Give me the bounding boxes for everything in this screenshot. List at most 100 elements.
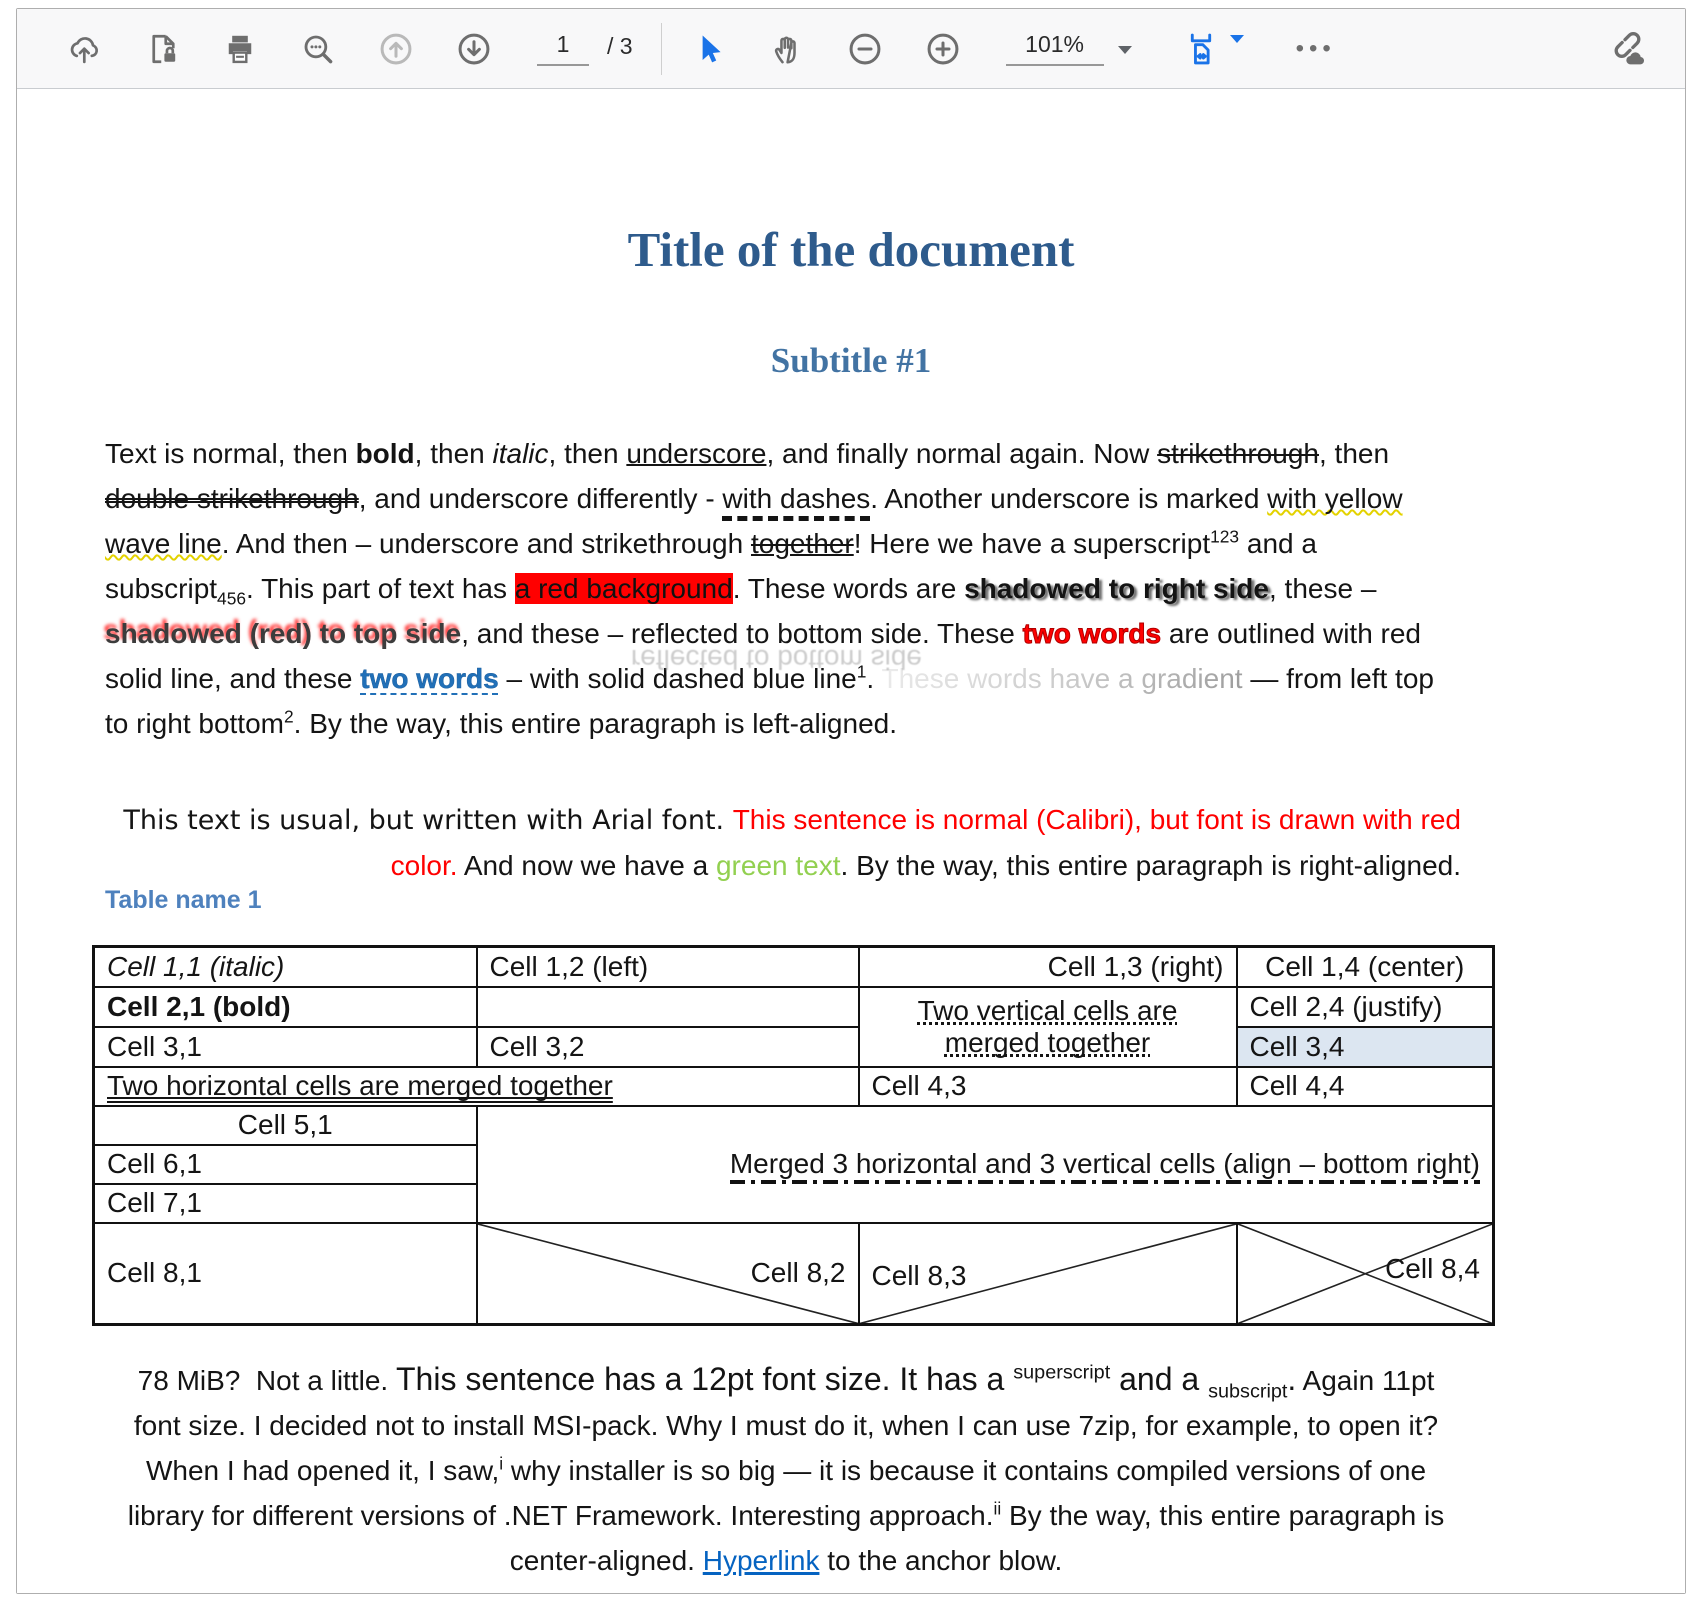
green-color-run: green text xyxy=(716,850,841,881)
cell-1-3: Cell 1,3 (right) xyxy=(859,947,1237,987)
text-run: , then xyxy=(415,438,493,469)
text-run: . These words are xyxy=(733,573,964,604)
search-icon xyxy=(300,31,336,67)
demo-table: Cell 1,1 (italic) Cell 1,2 (left) Cell 1… xyxy=(92,945,1495,1326)
cursor-arrow-icon xyxy=(692,32,726,66)
text-run: . Another underscore is marked xyxy=(870,483,1267,514)
toolbar-separator xyxy=(661,23,662,75)
12pt-run: and a xyxy=(1110,1361,1208,1397)
paragraph-formatting-demo: Text is normal, then bold, then italic, … xyxy=(105,431,1461,746)
arial-font-run: This text is usual, but written with Ari… xyxy=(123,805,732,836)
cell-1-4: Cell 1,4 (center) xyxy=(1237,947,1494,987)
fit-width-icon xyxy=(1182,30,1220,68)
table-row: Cell 2,1 (bold) Two vertical cells are m… xyxy=(94,987,1494,1027)
text-run: ! Here we have a superscript xyxy=(854,528,1210,559)
search-button[interactable] xyxy=(295,26,341,72)
paragraph-fonts-demo: This text is usual, but written with Ari… xyxy=(105,797,1461,888)
text-run: , then xyxy=(549,438,627,469)
text-run: Text is normal, then xyxy=(105,438,356,469)
chevron-down-icon[interactable] xyxy=(1230,35,1244,43)
link-cloud-icon xyxy=(1604,29,1644,69)
double-underline-run: Two horizontal cells are merged together xyxy=(107,1070,613,1101)
cell-4-3: Cell 4,3 xyxy=(859,1067,1237,1106)
cell-2-1: Cell 2,1 (bold) xyxy=(94,987,477,1027)
document-lock-icon xyxy=(144,31,180,67)
hyperlink[interactable]: Hyperlink xyxy=(703,1545,820,1576)
double-strikethrough-run: double strikethrough xyxy=(105,483,359,514)
viewer-window: 1 / 3 xyxy=(16,8,1686,1594)
document-title: Title of the document xyxy=(17,221,1685,278)
hand-tool-button[interactable] xyxy=(764,26,810,72)
underline-strikethrough-run: together xyxy=(751,528,854,559)
cell-6-1: Cell 6,1 xyxy=(94,1145,477,1184)
cell-3-4: Cell 3,4 xyxy=(1237,1027,1494,1067)
zoom-out-button[interactable] xyxy=(842,26,888,72)
chevron-down-icon[interactable] xyxy=(1118,46,1132,54)
red-shadow-top-run: shadowed (red) to top side xyxy=(105,618,461,649)
cell-1-1: Cell 1,1 (italic) xyxy=(94,947,477,987)
gradient-text-run: These words have a gradient xyxy=(881,663,1242,694)
text-run: 78 MiB? Not a little. xyxy=(138,1365,396,1396)
printer-icon xyxy=(222,31,258,67)
text-run: , then xyxy=(1319,438,1389,469)
cell-2-2 xyxy=(477,987,859,1027)
superscript-run: 123 xyxy=(1210,527,1239,547)
table-row: Cell 1,1 (italic) Cell 1,2 (left) Cell 1… xyxy=(94,947,1494,987)
bold-run: bold xyxy=(356,438,415,469)
cell-5-1: Cell 5,1 xyxy=(94,1106,477,1145)
page-number-input[interactable]: 1 xyxy=(537,31,589,66)
table-row: Two horizontal cells are merged together… xyxy=(94,1067,1494,1106)
share-link-button[interactable] xyxy=(1601,26,1647,72)
more-options-button[interactable]: ••• xyxy=(1296,35,1336,63)
dotted-underline-run: Two vertical cells are merged together xyxy=(918,995,1178,1058)
text-run: . By the way, this entire paragraph is l… xyxy=(294,708,897,739)
plus-circle-icon xyxy=(924,30,962,68)
blue-dashed-outline-run: two words xyxy=(360,663,498,694)
pdf-toolbar: 1 / 3 xyxy=(17,9,1685,89)
print-button[interactable] xyxy=(217,26,263,72)
italic-run: italic xyxy=(493,438,549,469)
page-navigation: 1 / 3 xyxy=(537,31,633,66)
text-run: , these – xyxy=(1269,573,1376,604)
cell-text: Cell 8,2 xyxy=(751,1257,846,1289)
save-to-cloud-button[interactable] xyxy=(61,26,107,72)
paragraph-sizes-demo: 78 MiB? Not a little. This sentence has … xyxy=(112,1357,1460,1583)
cell-8-1: Cell 8,1 xyxy=(94,1223,477,1325)
table-row: Cell 3,1 Cell 3,2 Cell 3,4 xyxy=(94,1027,1494,1067)
12pt-run: This sentence has a 12pt font size. It h… xyxy=(396,1361,1013,1397)
document-subtitle: Subtitle #1 xyxy=(17,341,1685,381)
text-run: . And then – underscore and strikethroug… xyxy=(222,528,751,559)
arrow-up-circle-icon xyxy=(377,30,415,68)
zoom-level-value[interactable]: 101% xyxy=(1006,31,1104,66)
zoom-level-control[interactable]: 101% xyxy=(1006,31,1132,66)
text-run: And now we have a xyxy=(458,850,716,881)
zoom-in-button[interactable] xyxy=(920,26,966,72)
text-run: – with solid dashed blue line xyxy=(499,663,857,694)
table-caption: Table name 1 xyxy=(105,886,262,915)
dashdot-underline-run: Merged 3 horizontal and 3 vertical cells… xyxy=(730,1148,1480,1184)
footnote-ref-1: 1 xyxy=(857,662,867,682)
cell-merged-horizontal: Two horizontal cells are merged together xyxy=(94,1067,859,1106)
select-tool-button[interactable] xyxy=(686,26,732,72)
page-count-label: / 3 xyxy=(607,33,633,66)
document-properties-button[interactable] xyxy=(139,26,185,72)
fit-width-button[interactable] xyxy=(1178,26,1224,72)
strikethrough-run: strikethrough xyxy=(1157,438,1319,469)
table-row: Cell 8,1 Cell 8,2 Cell 8,3 Cell 8,4 xyxy=(94,1223,1494,1325)
text-run: to the anchor blow. xyxy=(819,1545,1062,1576)
reflected-run: reflected to bottom side xyxy=(631,611,922,656)
cell-8-4: Cell 8,4 xyxy=(1237,1223,1494,1325)
subscript-run: 456 xyxy=(217,589,246,609)
previous-page-button[interactable] xyxy=(373,26,419,72)
superscript-word-run: superscript xyxy=(1013,1361,1110,1383)
hand-icon xyxy=(769,31,805,67)
pdf-page: Title of the document Subtitle #1 Text i… xyxy=(17,89,1685,1593)
text-run: . This part of text has xyxy=(246,573,515,604)
dashed-underline-run: with dashes xyxy=(722,483,870,514)
cell-text: Cell 8,3 xyxy=(872,1260,967,1292)
cell-4-4: Cell 4,4 xyxy=(1237,1067,1494,1106)
cell-8-2: Cell 8,2 xyxy=(477,1223,859,1325)
text-run: , and underscore differently - xyxy=(359,483,723,514)
next-page-button[interactable] xyxy=(451,26,497,72)
footnote-ref-2: 2 xyxy=(284,707,294,727)
